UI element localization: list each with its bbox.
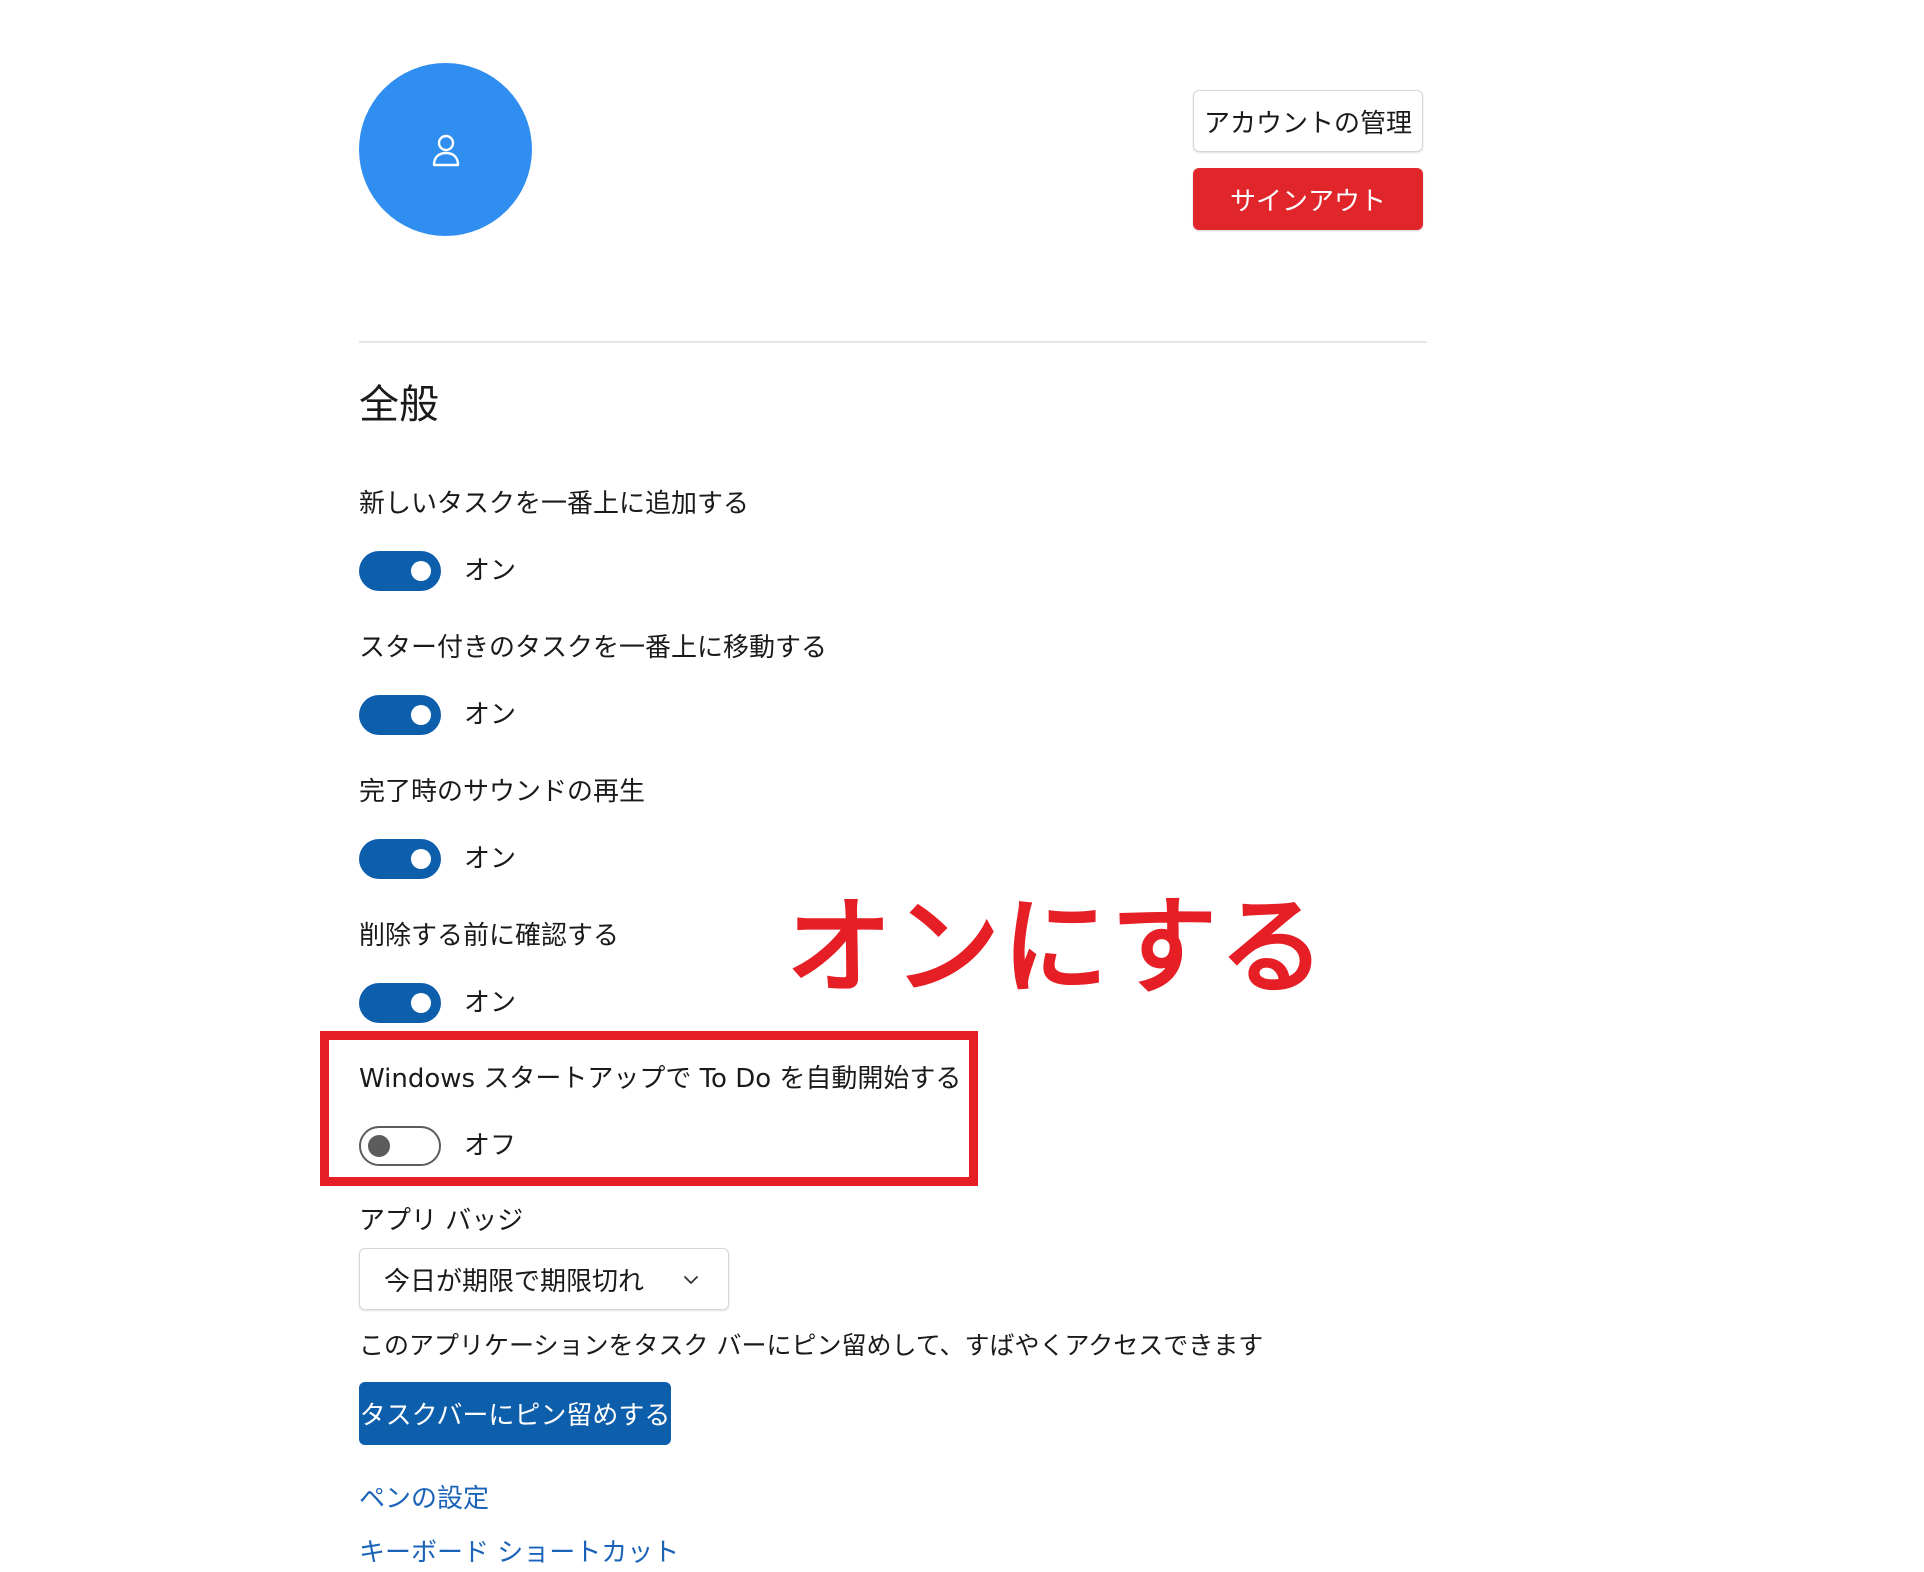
toggle-add-to-top[interactable] [359,551,441,591]
toggle-confirm-delete[interactable] [359,983,441,1023]
toggle-knob [411,993,431,1013]
setting-label-app-badge: アプリ バッジ [359,1206,524,1236]
pin-to-taskbar-button[interactable]: タスクバーにピン留めする [359,1382,671,1445]
person-icon [432,134,459,166]
pen-settings-link[interactable]: ペンの設定 [359,1486,489,1512]
keyboard-shortcuts-link[interactable]: キーボード ショートカット [359,1540,679,1566]
setting-label-confirm-delete: 削除する前に確認する [359,921,620,951]
toggle-knob [411,561,431,581]
setting-label-move-starred: スター付きのタスクを一番上に移動する [359,633,828,663]
dropdown-selected-value: 今日が期限で期限切れ [384,1266,645,1297]
toggle-knob [411,849,431,869]
app-badge-dropdown[interactable]: 今日が期限で期限切れ [359,1248,729,1310]
toggle-move-starred[interactable] [359,695,441,735]
manage-account-button[interactable]: アカウントの管理 [1193,90,1423,152]
toggle-state-confirm-delete: オン [464,988,517,1018]
toggle-state-move-starred: オン [464,700,517,730]
setting-label-completion-sound: 完了時のサウンドの再生 [359,777,646,807]
toggle-state-add-to-top: オン [464,556,517,586]
toggle-knob [411,705,431,725]
toggle-completion-sound[interactable] [359,839,441,879]
pin-description: このアプリケーションをタスク バーにピン留めして、すばやくアクセスできます [359,1331,1264,1360]
divider [359,341,1427,343]
setting-label-add-to-top: 新しいタスクを一番上に追加する [359,489,750,519]
sign-out-button[interactable]: サインアウト [1193,168,1423,230]
toggle-state-completion-sound: オン [464,844,517,874]
settings-page: アカウントの管理 サインアウト 全般 新しいタスクを一番上に追加する オン スタ… [0,0,1924,1572]
avatar[interactable] [359,63,532,236]
section-title-general: 全般 [359,382,439,428]
chevron-down-icon [684,1276,698,1284]
annotation-highlight-box [320,1031,978,1186]
annotation-text: オンにする [786,886,1328,1009]
